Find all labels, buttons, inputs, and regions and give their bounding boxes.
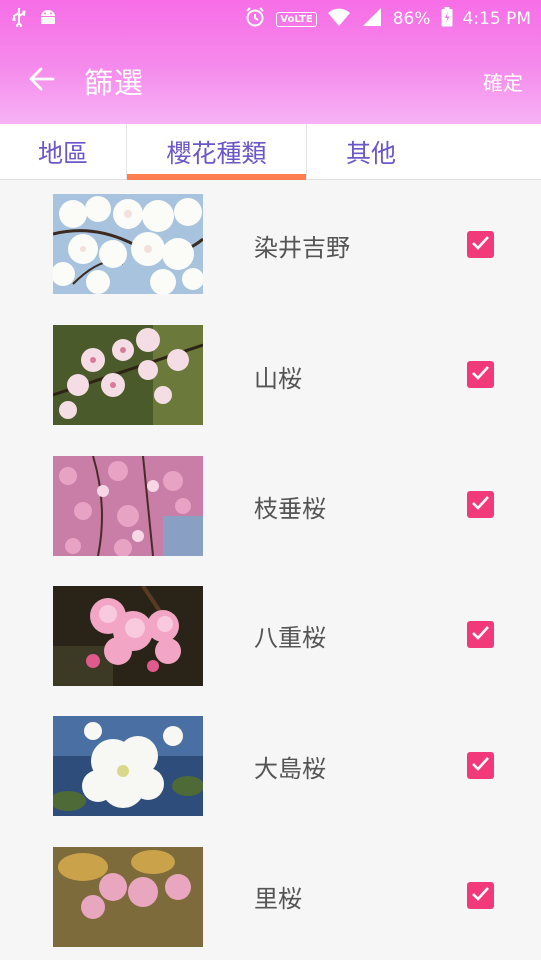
app-bar: 篩選 確定 (0, 38, 541, 124)
check-icon (471, 625, 490, 644)
volte-icon: VoLTE (276, 11, 317, 27)
check-icon (471, 235, 490, 254)
list-item[interactable]: 山桜 (0, 310, 541, 440)
check-icon (471, 756, 490, 775)
page-title: 篩選 (84, 66, 145, 100)
clock: 4:15 PM (462, 9, 532, 29)
status-bar: VoLTE 86% 4:15 PM (0, 0, 541, 38)
tab-label: 其他 (345, 138, 396, 168)
android-icon (38, 7, 58, 32)
back-button[interactable] (0, 38, 84, 124)
tab-cherry-type[interactable]: 櫻花種類 (127, 124, 307, 180)
tab-label: 地區 (37, 138, 88, 168)
item-checkbox[interactable] (467, 491, 494, 518)
item-label: 里桜 (254, 885, 302, 913)
cherry-photo (53, 586, 203, 686)
item-label: 八重桜 (254, 624, 326, 652)
item-label: 枝垂桜 (254, 495, 326, 523)
item-checkbox[interactable] (467, 882, 494, 909)
cherry-photo (53, 456, 203, 556)
cherry-photo (53, 194, 203, 294)
item-checkbox[interactable] (467, 361, 494, 388)
cherry-photo (53, 325, 203, 425)
tab-other[interactable]: 其他 (307, 124, 435, 179)
item-checkbox[interactable] (467, 621, 494, 648)
list-item[interactable]: 里桜 (0, 830, 541, 960)
check-icon (471, 495, 490, 514)
item-label: 山桜 (254, 365, 302, 393)
list-item[interactable]: 染井吉野 (0, 180, 541, 310)
check-icon (471, 886, 490, 905)
cherry-photo (53, 847, 203, 947)
battery-text: 86% (392, 9, 431, 29)
arrow-back-icon (29, 66, 55, 96)
list-item[interactable]: 枝垂桜 (0, 440, 541, 570)
list-item[interactable]: 八重桜 (0, 570, 541, 700)
tab-label: 櫻花種類 (166, 138, 267, 168)
alarm-icon (244, 6, 266, 33)
item-label: 大島桜 (254, 755, 326, 783)
cherry-photo (53, 716, 203, 816)
list-item[interactable]: 大島桜 (0, 700, 541, 830)
battery-icon (441, 6, 453, 32)
wifi-icon (327, 7, 351, 32)
item-label: 染井吉野 (254, 234, 350, 262)
item-checkbox[interactable] (467, 231, 494, 258)
tab-bar: 地區 櫻花種類 其他 (0, 124, 541, 180)
signal-icon (361, 7, 383, 32)
check-icon (471, 365, 490, 384)
tab-region[interactable]: 地區 (0, 124, 127, 179)
item-checkbox[interactable] (467, 752, 494, 779)
confirm-button[interactable]: 確定 (483, 67, 523, 96)
usb-icon (10, 7, 28, 32)
